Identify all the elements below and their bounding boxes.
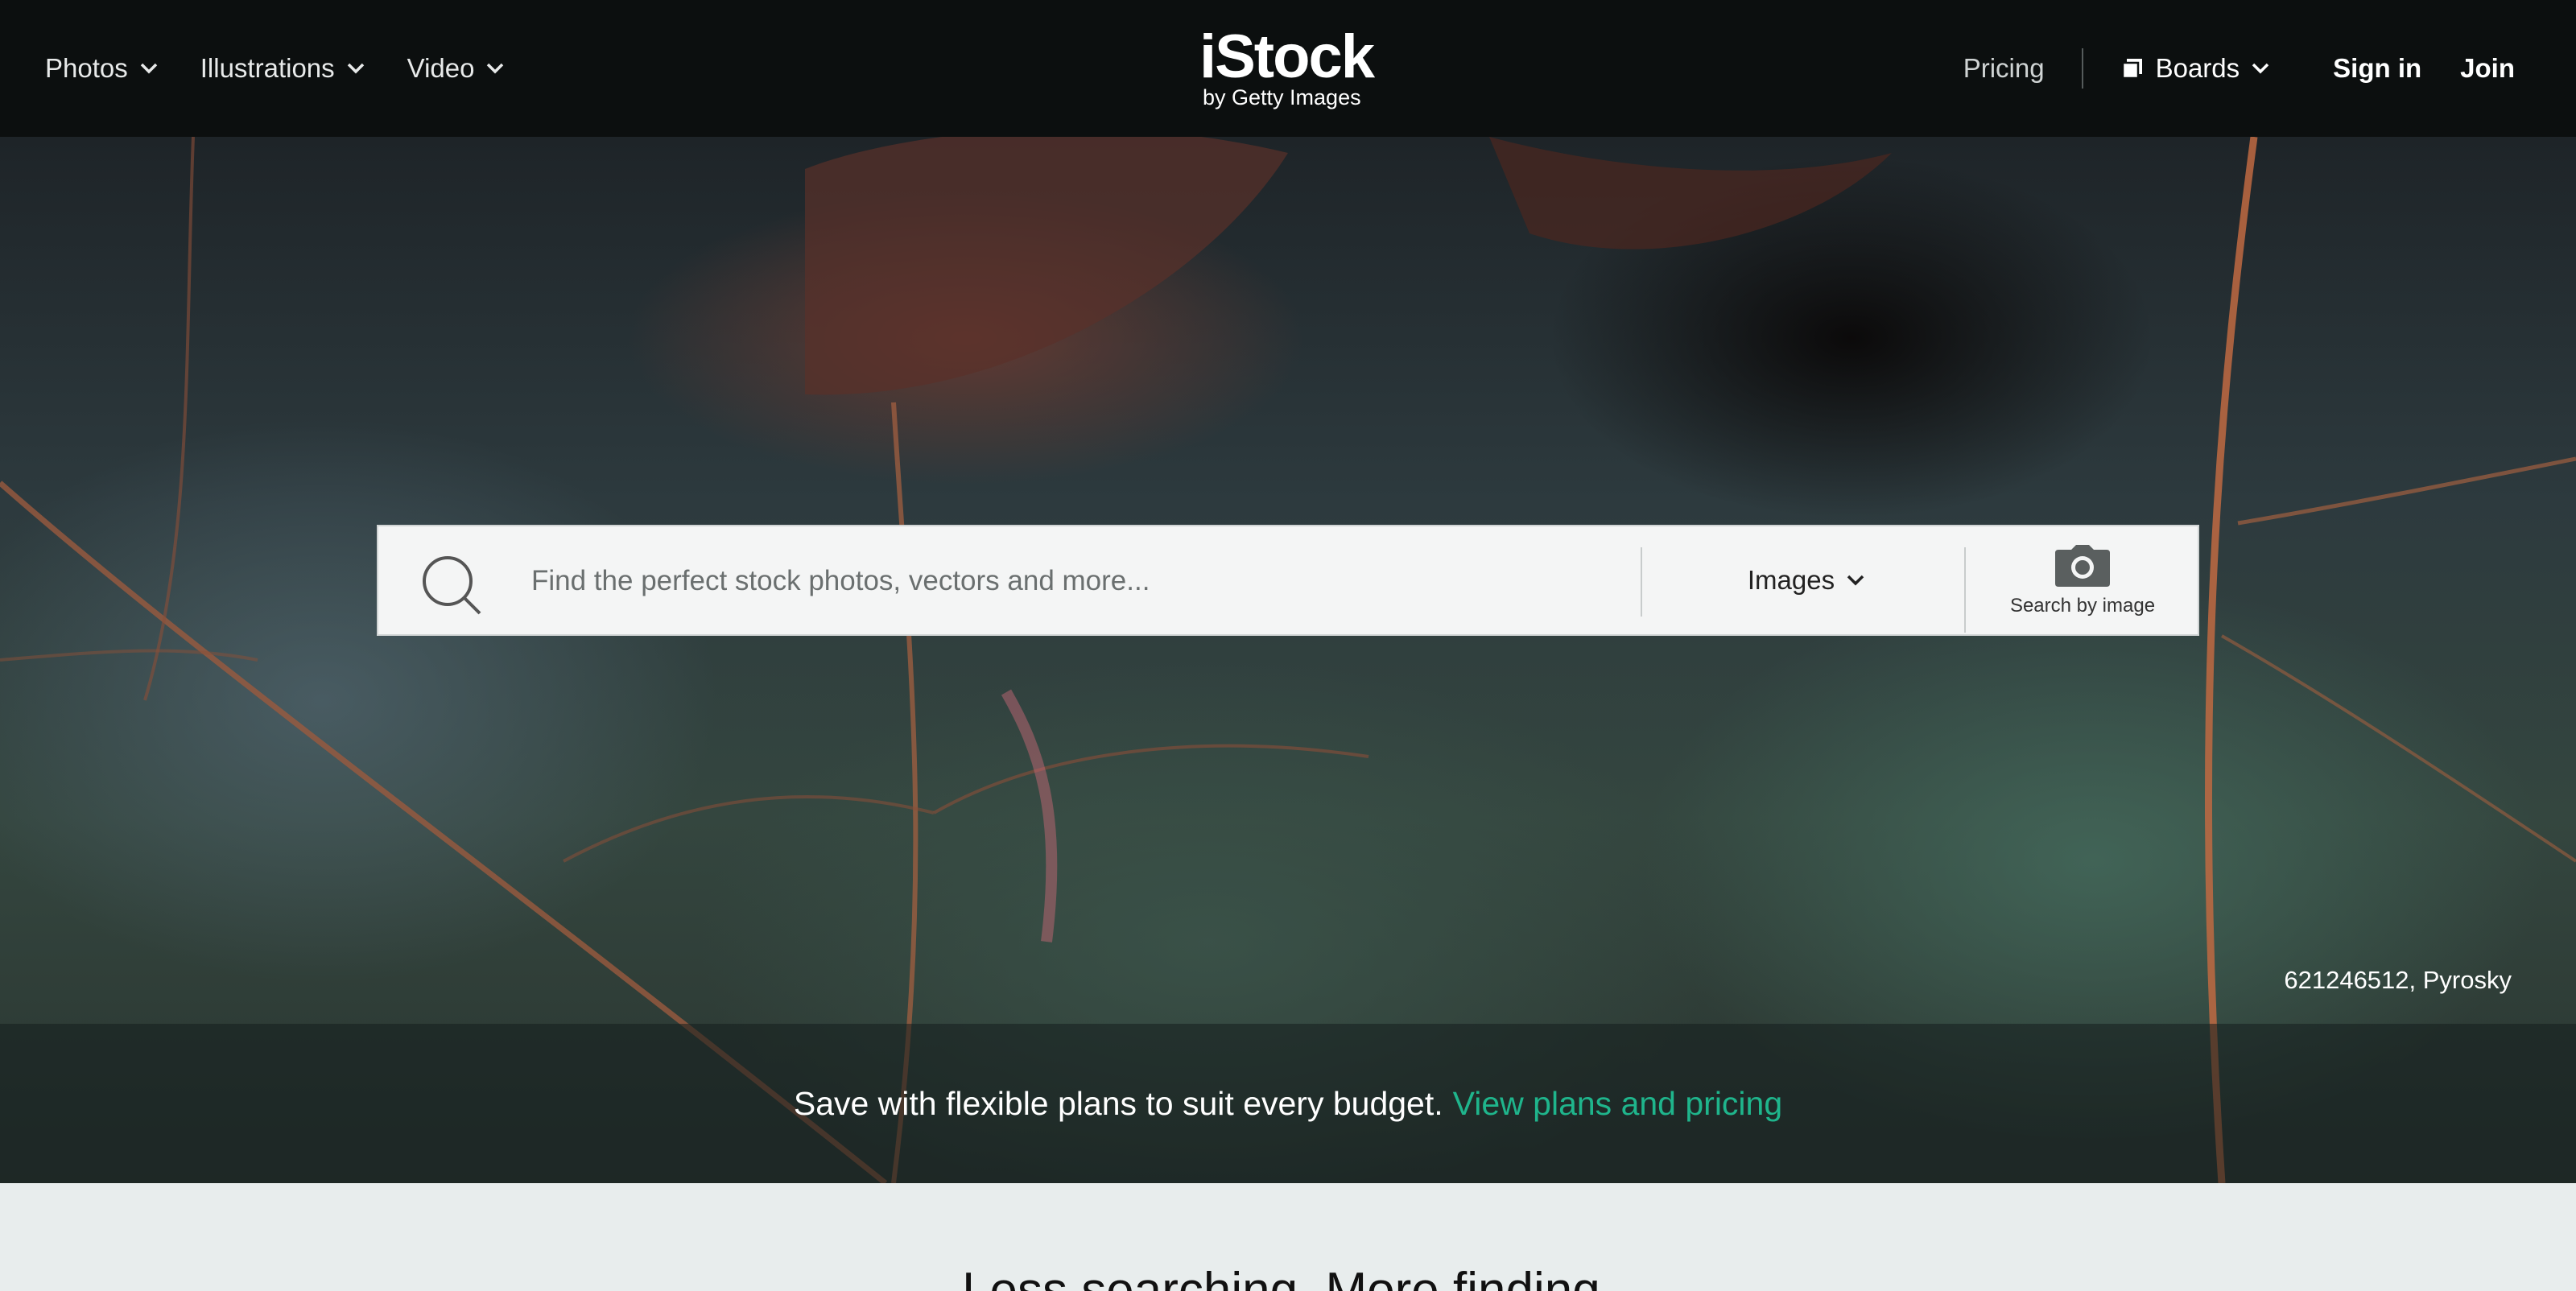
chevron-down-icon [487, 63, 504, 74]
top-nav: Photos Illustrations Video iStock by Get… [0, 0, 2576, 137]
content-section: Less searching. More finding. [0, 1183, 2576, 1291]
nav-left: Photos Illustrations Video [45, 0, 547, 137]
chevron-down-icon [1847, 575, 1864, 586]
nav-menu-label: Video [407, 53, 475, 83]
nav-divider [2081, 48, 2083, 89]
nav-menu-illustrations[interactable]: Illustrations [200, 53, 365, 84]
promo-text: Save with flexible plans to suit every b… [793, 1084, 1443, 1122]
nav-menu-label: Illustrations [200, 53, 335, 83]
logo-tagline: by Getty Images [1203, 85, 1361, 109]
nav-menu-video[interactable]: Video [407, 53, 506, 84]
boards-label: Boards [2155, 53, 2240, 83]
chevron-down-icon [140, 63, 157, 74]
hero-section: Images Search by image 621246512, Pyrosk… [0, 137, 2576, 1183]
pricing-link[interactable]: Pricing [1963, 53, 2045, 84]
chevron-down-icon [2252, 63, 2269, 74]
camera-icon [2055, 545, 2110, 587]
istock-logo[interactable]: iStock by Getty Images [1199, 23, 1385, 110]
nav-menu-photos[interactable]: Photos [45, 53, 159, 84]
media-type-label: Images [1747, 565, 1835, 595]
logo-wordmark: iStock [1199, 23, 1375, 91]
section-heading: Less searching. More finding. [962, 1263, 1614, 1291]
promo-banner: Save with flexible plans to suit every b… [0, 1024, 2576, 1183]
boards-menu[interactable]: Boards [2120, 53, 2271, 84]
boards-icon [2121, 59, 2142, 80]
media-type-select[interactable]: Images [1644, 526, 1969, 634]
search-by-image-button[interactable]: Search by image [1966, 526, 2199, 634]
search-bar: Images Search by image [377, 525, 2199, 636]
join-link[interactable]: Join [2460, 53, 2515, 84]
search-by-image-label: Search by image [2009, 595, 2156, 617]
view-plans-link[interactable]: View plans and pricing [1453, 1085, 1783, 1123]
image-credit[interactable]: 621246512, Pyrosky [2284, 966, 2512, 995]
nav-menu-label: Photos [45, 53, 128, 83]
sign-in-link[interactable]: Sign in [2333, 53, 2421, 84]
search-icon[interactable] [420, 554, 485, 618]
nav-right: Pricing Boards Sign in Join [1963, 0, 2515, 137]
chevron-down-icon [347, 63, 364, 74]
search-divider [1641, 547, 1642, 617]
